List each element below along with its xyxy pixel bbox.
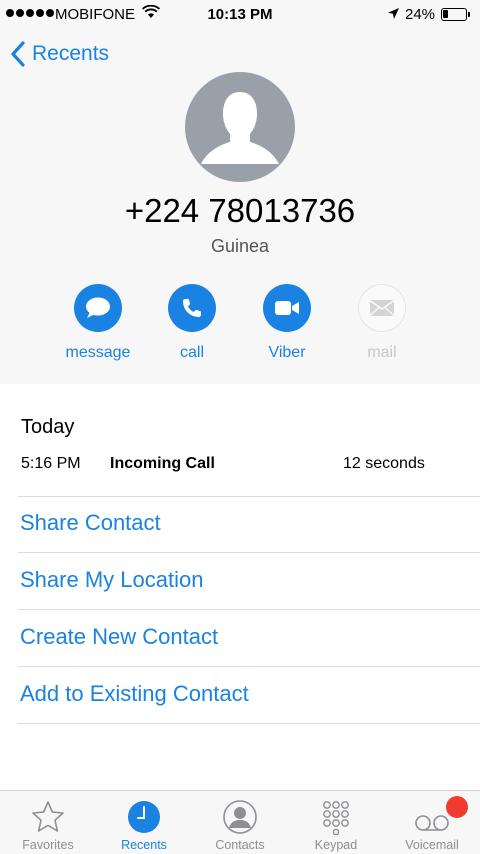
message-bubble-icon [74, 284, 122, 332]
tab-favorites[interactable]: Favorites [0, 791, 96, 854]
envelope-icon [358, 284, 406, 332]
battery-percentage: 24% [405, 6, 436, 23]
contact-phone-number: +224 78013736 [124, 192, 356, 229]
tab-voicemail-label: Voicemail [405, 838, 459, 852]
tab-favorites-label: Favorites [22, 838, 74, 852]
keypad-icon [323, 801, 349, 835]
create-new-contact-button[interactable]: Create New Contact [20, 624, 218, 650]
message-action-button[interactable]: message [53, 284, 143, 362]
back-button-label: Recents [32, 42, 110, 65]
location-arrow-icon [388, 8, 399, 19]
tab-contacts[interactable]: Contacts [192, 791, 288, 854]
divider [18, 723, 480, 724]
share-contact-button[interactable]: Share Contact [20, 510, 161, 536]
divider [18, 552, 480, 553]
person-circle-icon [223, 800, 257, 834]
contact-avatar [185, 72, 295, 182]
tab-bar: Favorites Recents Contacts Keypad Voicem… [0, 790, 480, 854]
call-duration: 12 seconds [343, 455, 425, 472]
add-to-existing-contact-button[interactable]: Add to Existing Contact [20, 681, 249, 707]
star-icon [32, 801, 64, 832]
battery-icon [441, 8, 470, 21]
call-time: 5:16 PM [21, 455, 81, 472]
tab-keypad[interactable]: Keypad [288, 791, 384, 854]
clock-icon [128, 801, 160, 833]
call-type: Incoming Call [110, 455, 215, 472]
video-camera-icon [263, 284, 311, 332]
mail-action-button[interactable]: mail [337, 284, 427, 362]
viber-action-button[interactable]: Viber [242, 284, 332, 362]
tab-contacts-label: Contacts [215, 838, 265, 852]
call-action-label: call [179, 344, 204, 361]
history-heading: Today [21, 416, 75, 438]
tab-recents-label: Recents [121, 838, 167, 852]
person-silhouette-icon [201, 92, 279, 164]
mail-action-label: mail [367, 344, 397, 361]
divider [18, 496, 480, 497]
tab-recents[interactable]: Recents [96, 791, 192, 854]
voicemail-badge [446, 796, 468, 818]
message-action-label: message [65, 344, 131, 361]
viber-action-label: Viber [268, 344, 306, 361]
chevron-left-icon [11, 41, 25, 67]
voicemail-icon [415, 815, 449, 831]
call-action-button[interactable]: call [147, 284, 237, 362]
share-my-location-button[interactable]: Share My Location [20, 567, 203, 593]
back-button[interactable]: Recents [10, 38, 109, 70]
divider [18, 666, 480, 667]
status-bar: MOBIFONE 10:13 PM 24% [0, 0, 480, 30]
phone-icon [168, 284, 216, 332]
divider [18, 609, 480, 610]
contact-country: Guinea [210, 236, 270, 256]
tab-keypad-label: Keypad [314, 838, 358, 852]
